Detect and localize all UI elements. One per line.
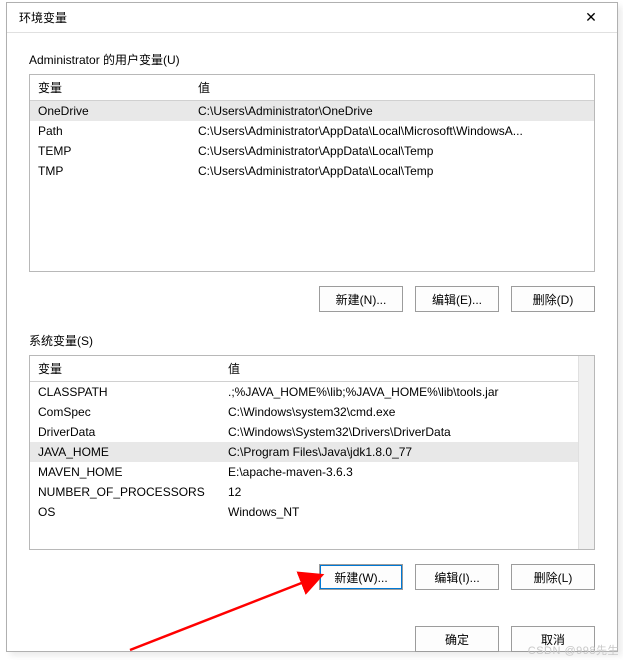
- var-value: 12: [220, 482, 594, 502]
- table-row[interactable]: OSWindows_NT: [30, 502, 594, 522]
- table-row[interactable]: CLASSPATH.;%JAVA_HOME%\lib;%JAVA_HOME%\l…: [30, 382, 594, 403]
- ok-button[interactable]: 确定: [415, 626, 499, 652]
- env-vars-dialog: 环境变量 ✕ Administrator 的用户变量(U) 变量 值 OneDr…: [6, 2, 618, 652]
- dialog-title: 环境变量: [19, 9, 575, 26]
- table-row[interactable]: JAVA_HOMEC:\Program Files\Java\jdk1.8.0_…: [30, 442, 594, 462]
- table-row[interactable]: TEMPC:\Users\Administrator\AppData\Local…: [30, 141, 594, 161]
- var-name: NUMBER_OF_PROCESSORS: [30, 482, 220, 502]
- var-name: TMP: [30, 161, 190, 181]
- user-header-name[interactable]: 变量: [30, 75, 190, 101]
- var-name: OS: [30, 502, 220, 522]
- user-delete-button[interactable]: 删除(D): [511, 286, 595, 312]
- var-name: TEMP: [30, 141, 190, 161]
- system-delete-button[interactable]: 删除(L): [511, 564, 595, 590]
- var-value: C:\Users\Administrator\AppData\Local\Tem…: [190, 141, 594, 161]
- table-row[interactable]: ComSpecC:\Windows\system32\cmd.exe: [30, 402, 594, 422]
- system-vars-table: 变量 值 CLASSPATH.;%JAVA_HOME%\lib;%JAVA_HO…: [30, 356, 594, 522]
- var-name: OneDrive: [30, 101, 190, 122]
- table-row[interactable]: DriverDataC:\Windows\System32\Drivers\Dr…: [30, 422, 594, 442]
- var-name: JAVA_HOME: [30, 442, 220, 462]
- var-name: MAVEN_HOME: [30, 462, 220, 482]
- dialog-content: Administrator 的用户变量(U) 变量 值 OneDriveC:\U…: [7, 33, 617, 620]
- var-value: .;%JAVA_HOME%\lib;%JAVA_HOME%\lib\tools.…: [220, 382, 594, 403]
- system-vars-label: 系统变量(S): [29, 332, 595, 349]
- var-value: C:\Users\Administrator\AppData\Local\Tem…: [190, 161, 594, 181]
- var-name: ComSpec: [30, 402, 220, 422]
- var-value: C:\Windows\System32\Drivers\DriverData: [220, 422, 594, 442]
- titlebar: 环境变量 ✕: [7, 3, 617, 33]
- user-vars-label: Administrator 的用户变量(U): [29, 51, 595, 68]
- system-buttons: 新建(W)... 编辑(I)... 删除(L): [29, 550, 595, 610]
- table-row[interactable]: MAVEN_HOMEE:\apache-maven-3.6.3: [30, 462, 594, 482]
- var-value: E:\apache-maven-3.6.3: [220, 462, 594, 482]
- sys-header-name[interactable]: 变量: [30, 356, 220, 382]
- user-vars-panel: 变量 值 OneDriveC:\Users\Administrator\OneD…: [29, 74, 595, 272]
- table-row[interactable]: NUMBER_OF_PROCESSORS12: [30, 482, 594, 502]
- var-name: Path: [30, 121, 190, 141]
- user-header-value[interactable]: 值: [190, 75, 594, 101]
- table-row[interactable]: OneDriveC:\Users\Administrator\OneDrive: [30, 101, 594, 122]
- user-vars-table: 变量 值 OneDriveC:\Users\Administrator\OneD…: [30, 75, 594, 181]
- table-row[interactable]: PathC:\Users\Administrator\AppData\Local…: [30, 121, 594, 141]
- scrollbar[interactable]: [578, 356, 594, 549]
- var-value: C:\Program Files\Java\jdk1.8.0_77: [220, 442, 594, 462]
- system-edit-button[interactable]: 编辑(I)...: [415, 564, 499, 590]
- var-name: DriverData: [30, 422, 220, 442]
- var-name: CLASSPATH: [30, 382, 220, 403]
- user-buttons: 新建(N)... 编辑(E)... 删除(D): [29, 272, 595, 332]
- watermark: CSDN @998先生: [528, 642, 619, 658]
- system-vars-panel: 变量 值 CLASSPATH.;%JAVA_HOME%\lib;%JAVA_HO…: [29, 355, 595, 550]
- close-icon[interactable]: ✕: [575, 6, 607, 30]
- var-value: C:\Users\Administrator\OneDrive: [190, 101, 594, 122]
- user-new-button[interactable]: 新建(N)...: [319, 286, 403, 312]
- system-new-button[interactable]: 新建(W)...: [319, 564, 403, 590]
- user-edit-button[interactable]: 编辑(E)...: [415, 286, 499, 312]
- sys-header-value[interactable]: 值: [220, 356, 594, 382]
- var-value: Windows_NT: [220, 502, 594, 522]
- dialog-footer: 确定 取消: [7, 620, 617, 652]
- var-value: C:\Windows\system32\cmd.exe: [220, 402, 594, 422]
- table-row[interactable]: TMPC:\Users\Administrator\AppData\Local\…: [30, 161, 594, 181]
- var-value: C:\Users\Administrator\AppData\Local\Mic…: [190, 121, 594, 141]
